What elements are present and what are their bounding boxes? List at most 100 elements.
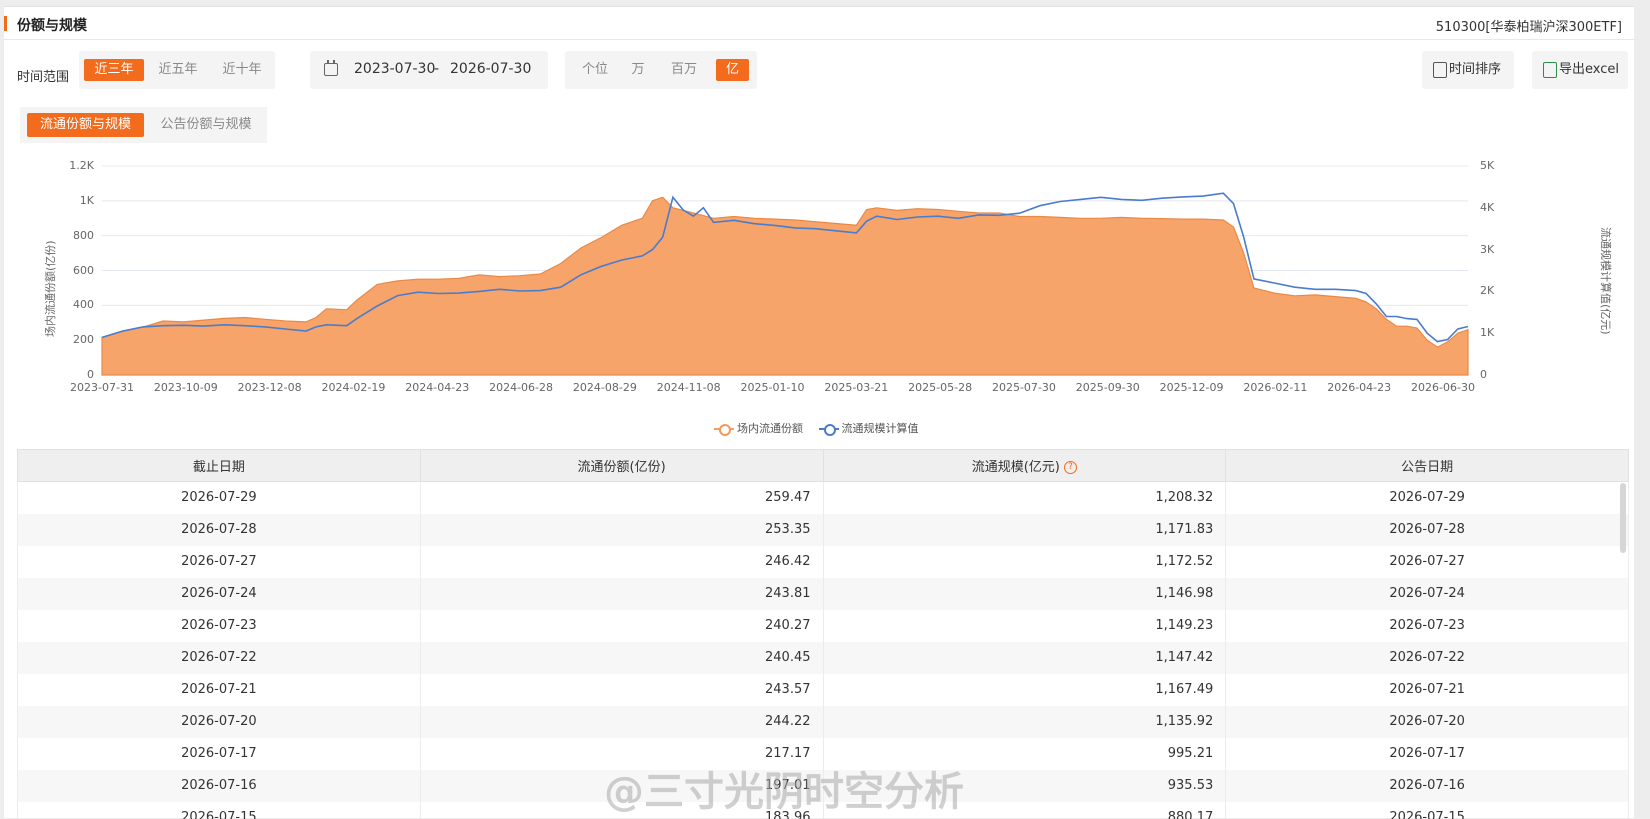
x-tick-label: 2026-04-23 xyxy=(1319,381,1399,394)
table-row[interactable]: 2026-07-28253.351,171.832026-07-28 xyxy=(18,514,1629,546)
unit-option-ones[interactable]: 个位 xyxy=(573,59,617,81)
chart-area: 02004006008001K1.2K01K2K3K4K5K2023-07-31… xyxy=(4,147,1634,447)
cell-date: 2026-07-28 xyxy=(18,514,421,546)
x-tick-label: 2025-01-10 xyxy=(733,381,813,394)
cell-date: 2026-07-20 xyxy=(18,706,421,738)
sort-icon xyxy=(1433,62,1447,78)
table-row[interactable]: 2026-07-21243.571,167.492026-07-21 xyxy=(18,674,1629,706)
date-separator: - xyxy=(434,61,439,77)
range-option-5y[interactable]: 近五年 xyxy=(149,59,207,81)
x-tick-label: 2023-07-31 xyxy=(62,381,142,394)
legend-item-scale[interactable]: 流通规模计算值 xyxy=(819,420,919,436)
x-tick-label: 2023-10-09 xyxy=(146,381,226,394)
y-right-tick-label: 2K xyxy=(1480,284,1520,297)
x-tick-label: 2025-03-21 xyxy=(816,381,896,394)
cell-date: 2026-07-22 xyxy=(18,642,421,674)
cell-scale: 1,149.23 xyxy=(823,610,1226,642)
help-icon[interactable]: ? xyxy=(1064,461,1077,474)
col-header-shares[interactable]: 流通份额(亿份) xyxy=(420,450,823,482)
x-tick-label: 2025-07-30 xyxy=(984,381,1064,394)
legend-label-shares: 场内流通份额 xyxy=(737,422,803,435)
range-label: 时间范围 xyxy=(17,66,69,85)
panel-title: 份额与规模 xyxy=(17,15,87,35)
y-left-tick-label: 1K xyxy=(44,194,94,207)
x-tick-label: 2025-05-28 xyxy=(900,381,980,394)
date-range-picker[interactable]: 2023-07-30 - 2026-07-30 xyxy=(310,51,548,89)
table-row[interactable]: 2026-07-29259.471,208.322026-07-29 xyxy=(18,482,1629,514)
col-header-scale[interactable]: 流通规模(亿元) ? xyxy=(823,450,1226,482)
cell-date: 2026-07-24 xyxy=(18,578,421,610)
x-tick-label: 2025-12-09 xyxy=(1152,381,1232,394)
x-tick-label: 2025-09-30 xyxy=(1068,381,1148,394)
col-header-date[interactable]: 截止日期 xyxy=(18,450,421,482)
toolbar: 时间范围 近三年 近五年 近十年 2023-07-30 - 2026-07-30… xyxy=(4,51,1634,91)
y-right-tick-label: 1K xyxy=(1480,326,1520,339)
cell-date: 2026-07-17 xyxy=(18,738,421,770)
table-scrollbar[interactable] xyxy=(1620,483,1626,553)
cell-announce-date: 2026-07-28 xyxy=(1226,514,1629,546)
y-right-tick-label: 4K xyxy=(1480,201,1520,214)
shares-area[interactable] xyxy=(102,197,1468,375)
fund-name: 510300[华泰柏瑞沪深300ETF] xyxy=(1436,16,1622,35)
cell-shares: 246.42 xyxy=(420,546,823,578)
table-row[interactable]: 2026-07-27246.421,172.522026-07-27 xyxy=(18,546,1629,578)
watermark: @三寸光阴时空分析 xyxy=(604,759,964,817)
excel-icon xyxy=(1543,62,1557,78)
sort-button-label: 时间排序 xyxy=(1449,51,1501,89)
cell-announce-date: 2026-07-23 xyxy=(1226,610,1629,642)
unit-selector: 个位 万 百万 亿 xyxy=(565,51,757,89)
unit-option-million[interactable]: 百万 xyxy=(661,59,707,81)
cell-scale: 1,172.52 xyxy=(823,546,1226,578)
table-header-row: 截止日期 流通份额(亿份) 流通规模(亿元) ? 公告日期 xyxy=(18,450,1629,482)
export-excel-button[interactable]: 导出excel xyxy=(1532,51,1628,89)
panel: 份额与规模 510300[华泰柏瑞沪深300ETF] 时间范围 近三年 近五年 … xyxy=(4,6,1634,818)
cell-announce-date: 2026-07-24 xyxy=(1226,578,1629,610)
y-left-tick-label: 0 xyxy=(44,368,94,381)
col-header-announce-date[interactable]: 公告日期 xyxy=(1226,450,1629,482)
title-accent-bar xyxy=(4,16,7,31)
y-right-tick-label: 3K xyxy=(1480,243,1520,256)
cell-date: 2026-07-15 xyxy=(18,802,421,819)
cell-scale: 1,167.49 xyxy=(823,674,1226,706)
calendar-icon xyxy=(324,63,338,76)
range-option-10y[interactable]: 近十年 xyxy=(213,59,271,81)
legend-item-shares[interactable]: 场内流通份额 xyxy=(714,420,803,436)
export-button-label: 导出excel xyxy=(1559,51,1619,89)
legend-label-scale: 流通规模计算值 xyxy=(842,422,919,435)
unit-option-wan[interactable]: 万 xyxy=(623,59,653,81)
cell-date: 2026-07-21 xyxy=(18,674,421,706)
cell-announce-date: 2026-07-27 xyxy=(1226,546,1629,578)
legend-marker-scale xyxy=(819,424,839,434)
cell-shares: 240.27 xyxy=(420,610,823,642)
cell-scale: 1,147.42 xyxy=(823,642,1226,674)
sort-by-time-button[interactable]: 时间排序 xyxy=(1422,51,1514,89)
cell-announce-date: 2026-07-15 xyxy=(1226,802,1629,819)
cell-shares: 244.22 xyxy=(420,706,823,738)
tab-circulating[interactable]: 流通份额与规模 xyxy=(27,113,144,137)
date-end[interactable]: 2026-07-30 xyxy=(450,61,531,77)
cell-scale: 1,135.92 xyxy=(823,706,1226,738)
table-row[interactable]: 2026-07-24243.811,146.982026-07-24 xyxy=(18,578,1629,610)
x-tick-label: 2026-06-30 xyxy=(1403,381,1483,394)
date-start[interactable]: 2023-07-30 xyxy=(354,61,435,77)
x-tick-label: 2024-08-29 xyxy=(565,381,645,394)
range-option-3y[interactable]: 近三年 xyxy=(84,59,144,81)
y-right-tick-label: 5K xyxy=(1480,159,1520,172)
table-row[interactable]: 2026-07-23240.271,149.232026-07-23 xyxy=(18,610,1629,642)
legend-marker-shares xyxy=(714,424,734,434)
y-left-tick-label: 1.2K xyxy=(44,159,94,172)
panel-header: 份额与规模 510300[华泰柏瑞沪深300ETF] xyxy=(4,7,1634,40)
cell-scale: 1,146.98 xyxy=(823,578,1226,610)
cell-date: 2026-07-29 xyxy=(18,482,421,514)
table-row[interactable]: 2026-07-20244.221,135.922026-07-20 xyxy=(18,706,1629,738)
cell-shares: 259.47 xyxy=(420,482,823,514)
cell-announce-date: 2026-07-29 xyxy=(1226,482,1629,514)
cell-shares: 240.45 xyxy=(420,642,823,674)
table-row[interactable]: 2026-07-22240.451,147.422026-07-22 xyxy=(18,642,1629,674)
right-axis-label: 流通规模计算值(亿元) xyxy=(1598,227,1614,335)
cell-scale: 1,208.32 xyxy=(823,482,1226,514)
unit-option-yi[interactable]: 亿 xyxy=(716,59,749,81)
cell-date: 2026-07-16 xyxy=(18,770,421,802)
cell-announce-date: 2026-07-20 xyxy=(1226,706,1629,738)
tab-announced[interactable]: 公告份额与规模 xyxy=(150,113,262,137)
